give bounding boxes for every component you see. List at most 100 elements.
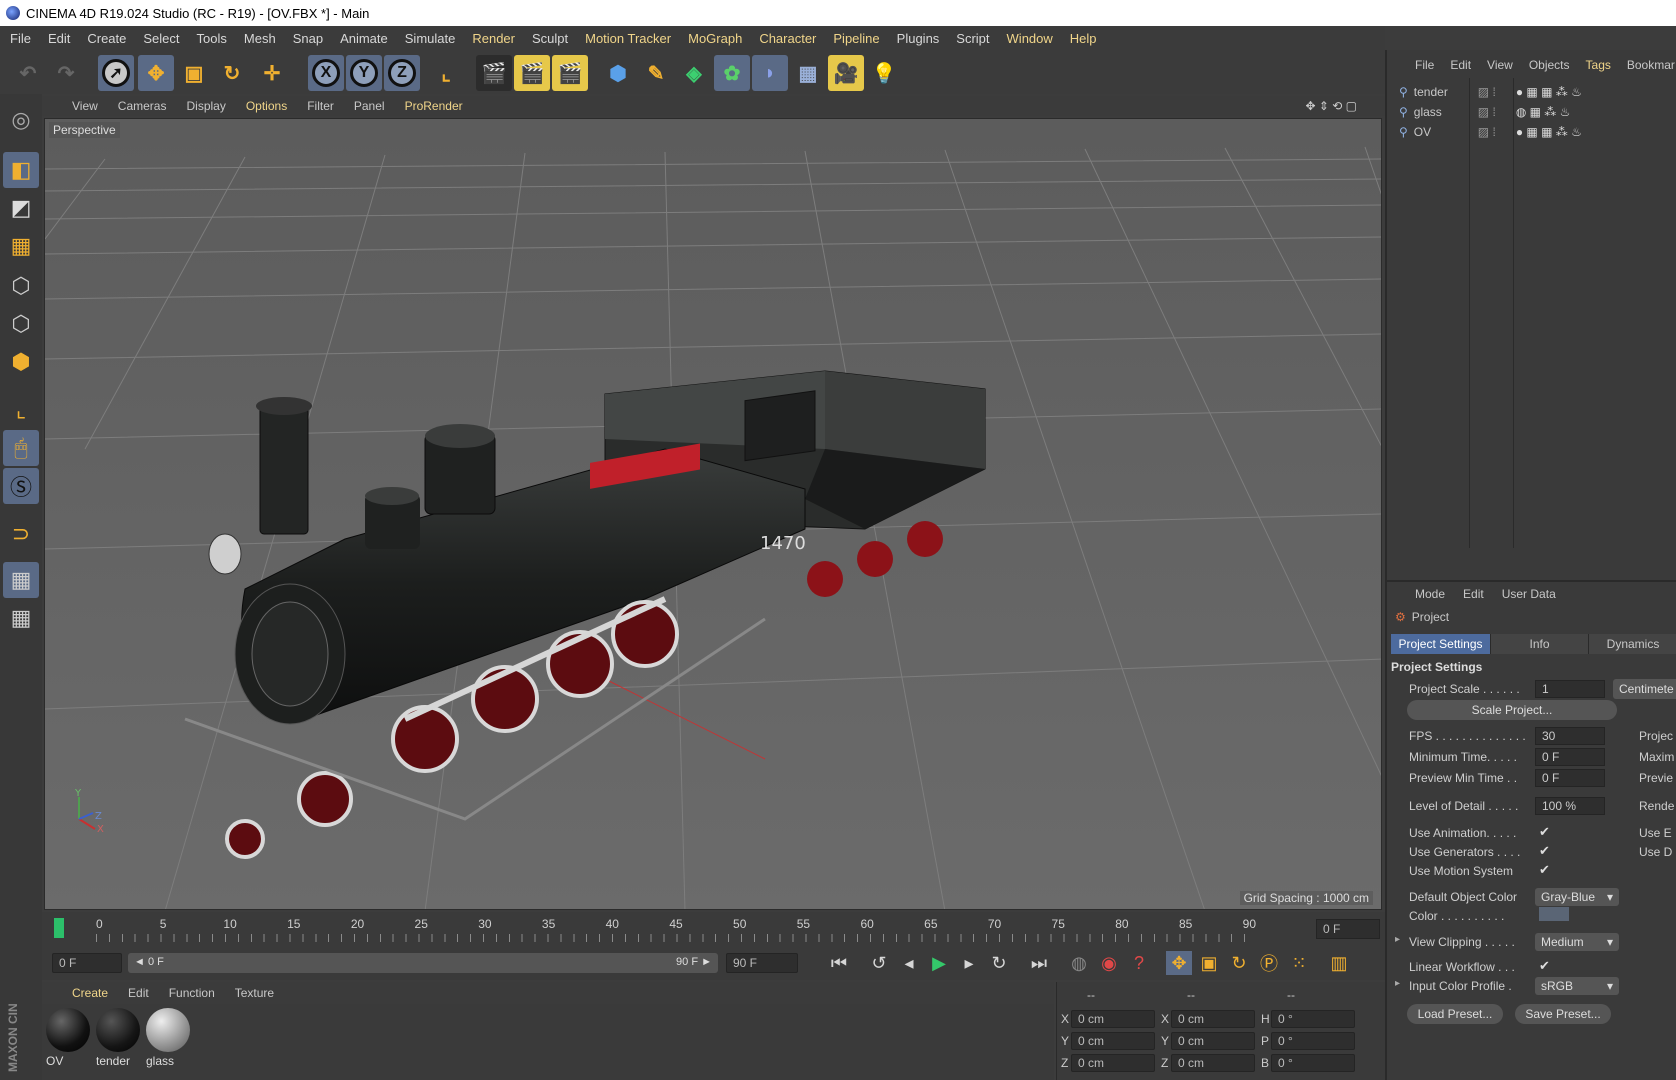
subdivision-icon[interactable]: ◈ <box>676 55 712 91</box>
material-tags-icon[interactable]: ● ▦ ▦ ⁂ ♨ <box>1516 125 1582 139</box>
lock-workplane-icon[interactable]: ▦ <box>3 562 39 598</box>
menu-render[interactable]: Render <box>472 31 515 46</box>
size-x-field[interactable]: 0 cm <box>1171 1010 1255 1028</box>
material-ov[interactable]: OV <box>46 1008 92 1070</box>
current-frame-field[interactable]: 0 F <box>1316 919 1380 939</box>
axis-mode-icon[interactable]: ⌞ <box>3 392 39 428</box>
object-row-glass[interactable]: ⚲ glass ▨ ⁞ ◍ ▦ ⁂ ♨ <box>1399 102 1570 122</box>
mat-menu-texture[interactable]: Texture <box>235 986 274 1000</box>
use-motion-system-checkbox[interactable]: ✔ <box>1539 862 1550 878</box>
menu-window[interactable]: Window <box>1007 31 1053 46</box>
edit-render-settings-icon[interactable]: 🎬 <box>552 55 588 91</box>
3d-viewport[interactable]: 1470 Y Z X Perspective Grid Spacing : 10… <box>44 118 1382 910</box>
z-axis-lock-icon[interactable]: Z <box>384 55 420 91</box>
om-menu-bookmarks[interactable]: Bookmar <box>1627 58 1675 72</box>
use-generators-checkbox[interactable]: ✔ <box>1539 843 1550 859</box>
menu-snap[interactable]: Snap <box>293 31 323 46</box>
live-selection-icon[interactable]: ➚ <box>98 55 134 91</box>
coordinate-system-icon[interactable]: ⌞ <box>428 55 464 91</box>
project-scale-field[interactable]: 1 <box>1535 680 1605 698</box>
tab-info[interactable]: Info <box>1491 634 1589 654</box>
polygons-mode-icon[interactable]: ⬢ <box>3 344 39 380</box>
menu-mograph[interactable]: MoGraph <box>688 31 742 46</box>
menu-pipeline[interactable]: Pipeline <box>833 31 879 46</box>
vp-menu-options[interactable]: Options <box>246 99 287 113</box>
object-name[interactable]: glass <box>1414 105 1474 119</box>
material-glass[interactable]: glass <box>146 1008 192 1070</box>
pen-spline-icon[interactable]: ✎ <box>638 55 674 91</box>
save-preset-button[interactable]: Save Preset... <box>1515 1004 1611 1024</box>
mat-menu-create[interactable]: Create <box>72 986 108 1000</box>
render-to-picture-viewer-icon[interactable]: 🎬 <box>514 55 550 91</box>
magnet-icon[interactable]: ⊃ <box>3 516 39 552</box>
mat-menu-edit[interactable]: Edit <box>128 986 149 1000</box>
menu-character[interactable]: Character <box>759 31 816 46</box>
vp-menu-display[interactable]: Display <box>186 99 225 113</box>
menu-file[interactable]: File <box>10 31 31 46</box>
menu-animate[interactable]: Animate <box>340 31 388 46</box>
material-tags-icon[interactable]: ◍ ▦ ⁂ ♨ <box>1516 105 1571 119</box>
keyframe-selection-icon[interactable]: ? <box>1126 951 1152 975</box>
object-row-ov[interactable]: ⚲ OV ▨ ⁞ ● ▦ ▦ ⁂ ♨ <box>1399 122 1582 142</box>
x-axis-lock-icon[interactable]: X <box>308 55 344 91</box>
om-menu-edit[interactable]: Edit <box>1450 58 1471 72</box>
rotation-h-field[interactable]: 0 ° <box>1271 1010 1355 1028</box>
play-icon[interactable]: ▶ <box>926 951 952 975</box>
visibility-toggle-icon[interactable]: ▨ ⁞ <box>1478 125 1496 139</box>
input-color-profile-dropdown[interactable]: sRGB ▾ <box>1535 977 1619 995</box>
model-mode-icon[interactable]: ◧ <box>3 152 39 188</box>
cube-object-icon[interactable]: ⬢ <box>600 55 636 91</box>
viewport-nav-icons[interactable]: ✥ ⇕ ⟲ ▢ <box>1305 99 1357 113</box>
timeline-window-icon[interactable]: ▥ <box>1326 951 1352 975</box>
om-menu-tags[interactable]: Tags <box>1586 58 1611 72</box>
tab-project-settings[interactable]: Project Settings <box>1391 634 1491 654</box>
light-icon[interactable]: 💡 <box>866 55 902 91</box>
use-animation-checkbox[interactable]: ✔ <box>1539 824 1550 840</box>
key-position-icon[interactable]: ✥ <box>1166 951 1192 975</box>
linear-workflow-checkbox[interactable]: ✔ <box>1539 958 1550 974</box>
texture-mode-icon[interactable]: ◩ <box>3 190 39 226</box>
position-x-field[interactable]: 0 cm <box>1071 1010 1155 1028</box>
vp-menu-prorender[interactable]: ProRender <box>405 99 463 113</box>
edges-mode-icon[interactable]: ⬡ <box>3 306 39 342</box>
undo-icon[interactable]: ↶ <box>10 55 46 91</box>
material-tags-icon[interactable]: ● ▦ ▦ ⁂ ♨ <box>1516 85 1582 99</box>
preview-min-time-field[interactable]: 0 F <box>1535 769 1605 787</box>
record-keys-icon[interactable]: ◍ <box>1066 951 1092 975</box>
level-of-detail-field[interactable]: 100 % <box>1535 797 1605 815</box>
menu-simulate[interactable]: Simulate <box>405 31 456 46</box>
tab-dynamics[interactable]: Dynamics <box>1589 634 1676 654</box>
rotation-b-field[interactable]: 0 ° <box>1271 1054 1355 1072</box>
visibility-toggle-icon[interactable]: ▨ ⁞ <box>1478 105 1496 119</box>
vp-menu-cameras[interactable]: Cameras <box>118 99 167 113</box>
menu-tools[interactable]: Tools <box>197 31 227 46</box>
points-mode-icon[interactable]: ⬡ <box>3 268 39 304</box>
timeline-ruler[interactable]: 0 5 10 15 20 25 30 35 40 45 50 55 60 65 70 75 80 85 90 0 F <box>42 912 1385 946</box>
om-menu-view[interactable]: View <box>1487 58 1513 72</box>
menu-help[interactable]: Help <box>1070 31 1097 46</box>
previous-frame-icon[interactable]: ◂ <box>896 951 922 975</box>
vp-menu-filter[interactable]: Filter <box>307 99 334 113</box>
menu-script[interactable]: Script <box>956 31 989 46</box>
am-menu-user-data[interactable]: User Data <box>1502 587 1556 601</box>
position-y-field[interactable]: 0 cm <box>1071 1032 1155 1050</box>
make-editable-icon[interactable]: ◎ <box>3 102 39 138</box>
mat-menu-function[interactable]: Function <box>169 986 215 1000</box>
menu-motion-tracker[interactable]: Motion Tracker <box>585 31 671 46</box>
default-object-color-dropdown[interactable]: Gray-Blue ▾ <box>1535 888 1619 906</box>
camera-icon[interactable]: 🎥 <box>828 55 864 91</box>
next-frame-icon[interactable]: ▸ <box>956 951 982 975</box>
next-key-icon[interactable]: ↻ <box>986 951 1012 975</box>
view-clipping-dropdown[interactable]: Medium ▾ <box>1535 933 1619 951</box>
menu-create[interactable]: Create <box>87 31 126 46</box>
key-parameter-icon[interactable]: Ⓟ <box>1256 951 1282 975</box>
expand-arrow-icon[interactable]: ▸ <box>1395 934 1400 945</box>
playhead-marker[interactable] <box>54 918 64 938</box>
scale-project-button[interactable]: Scale Project... <box>1407 700 1617 720</box>
tweak-mode-icon[interactable]: 🖱 <box>3 430 39 466</box>
deformer-icon[interactable]: ◗ <box>752 55 788 91</box>
material-tender[interactable]: tender <box>96 1008 142 1070</box>
move-tool-icon[interactable]: ✥ <box>138 55 174 91</box>
cloner-icon[interactable]: ✿ <box>714 55 750 91</box>
end-frame-field[interactable]: 90 F <box>726 953 798 973</box>
